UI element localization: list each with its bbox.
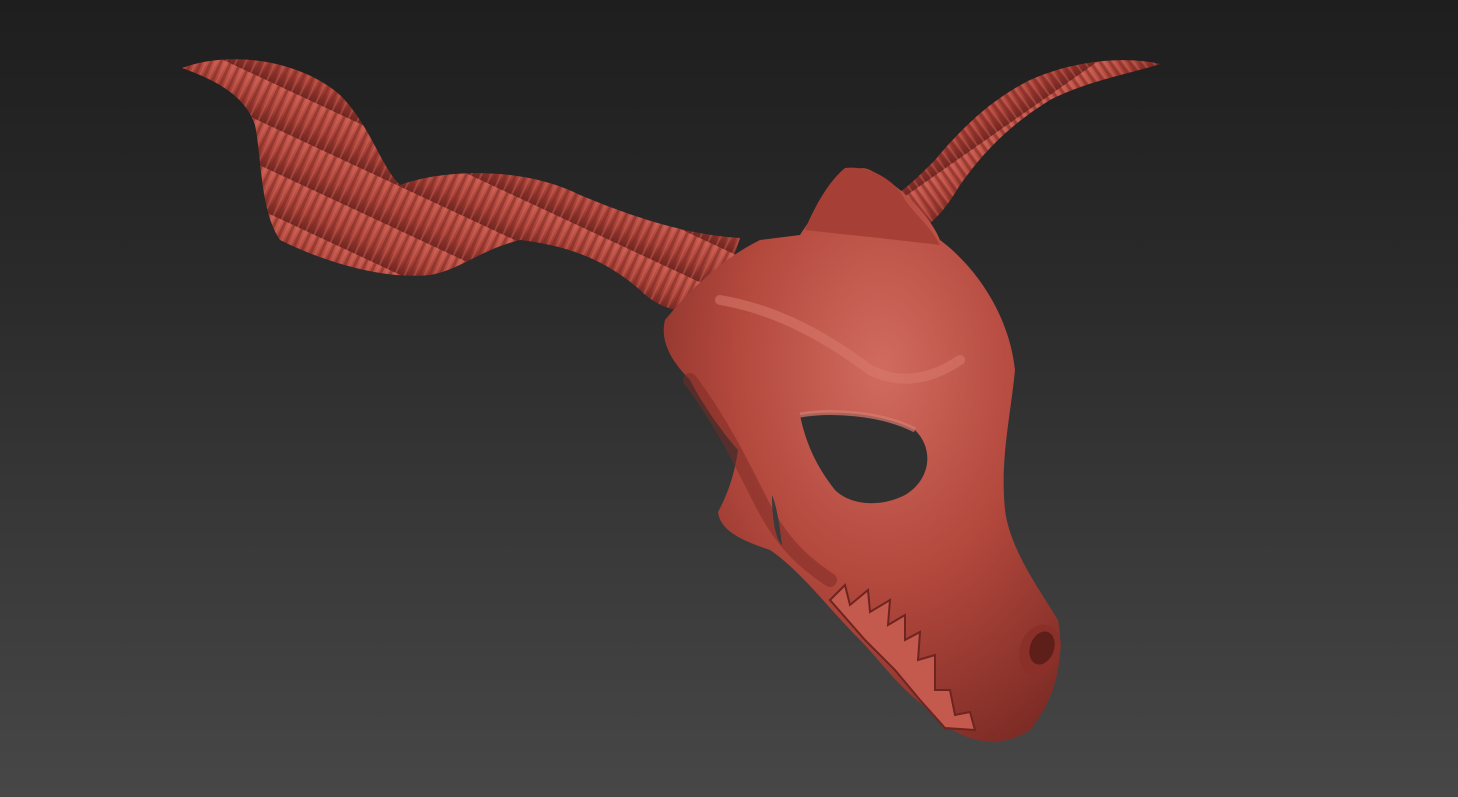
left-horn — [182, 59, 740, 311]
right-horn — [885, 60, 1160, 236]
sculpt-viewport[interactable] — [0, 0, 1458, 797]
skull-sculpt-render[interactable] — [0, 0, 1458, 797]
